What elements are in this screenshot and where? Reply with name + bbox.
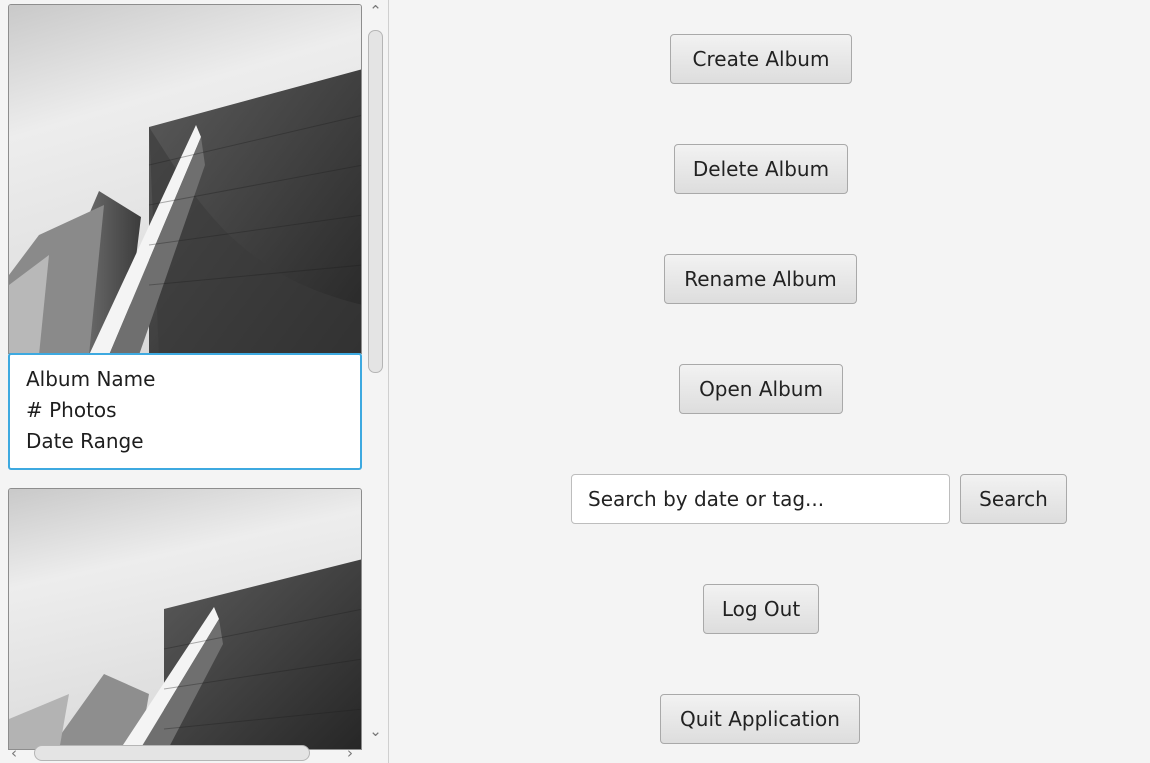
open-album-button[interactable]: Open Album [679, 364, 843, 414]
chevron-right-icon[interactable]: › [338, 743, 362, 763]
album-thumbnail [8, 4, 362, 354]
album-photo-count-label: # Photos [26, 398, 117, 422]
album-date-range-label: Date Range [26, 429, 144, 453]
search-input[interactable] [571, 474, 950, 524]
chevron-left-icon[interactable]: ‹ [2, 743, 26, 763]
album-card[interactable] [8, 488, 362, 750]
album-card[interactable]: Album Name # Photos Date Range [8, 4, 362, 470]
delete-album-button[interactable]: Delete Album [674, 144, 848, 194]
album-name-label: Album Name [26, 367, 156, 391]
vertical-scroll-thumb[interactable] [368, 30, 383, 373]
create-album-button[interactable]: Create Album [670, 34, 852, 84]
album-manager-window: Album Name # Photos Date Range ⌃ ⌄ ‹ › C… [0, 0, 1150, 763]
search-button[interactable]: Search [960, 474, 1067, 524]
chevron-down-icon[interactable]: ⌄ [363, 720, 388, 742]
log-out-button[interactable]: Log Out [703, 584, 819, 634]
quit-application-button[interactable]: Quit Application [660, 694, 860, 744]
album-thumbnail [8, 488, 362, 750]
chevron-up-icon[interactable]: ⌃ [363, 0, 388, 22]
album-list-pane[interactable]: Album Name # Photos Date Range ⌃ ⌄ ‹ › [0, 0, 389, 763]
horizontal-scroll-thumb[interactable] [34, 745, 310, 761]
vertical-scrollbar[interactable]: ⌃ ⌄ [363, 0, 388, 743]
album-info-panel[interactable]: Album Name # Photos Date Range [8, 353, 362, 470]
rename-album-button[interactable]: Rename Album [664, 254, 857, 304]
horizontal-scrollbar[interactable]: ‹ › [0, 743, 363, 763]
